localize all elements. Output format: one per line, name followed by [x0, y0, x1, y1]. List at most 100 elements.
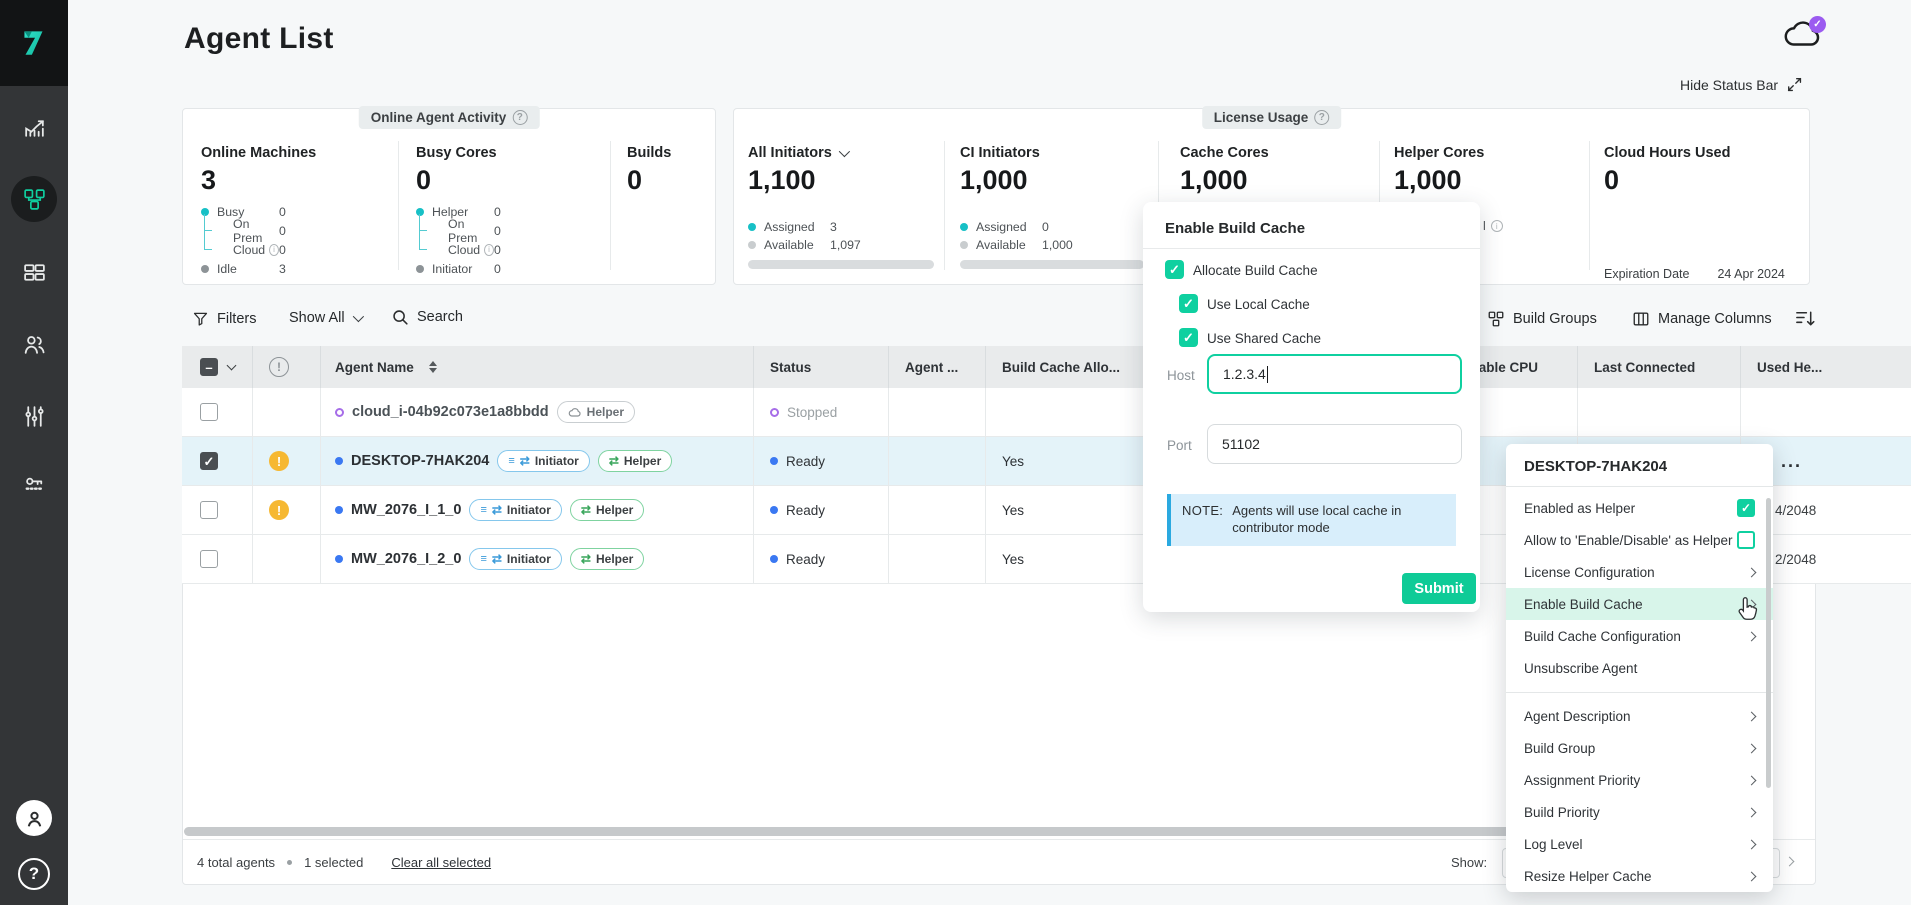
header-agent-truncated: Agent ... — [888, 346, 985, 388]
divider — [1589, 141, 1590, 270]
license-info-icon: ? — [1314, 110, 1329, 125]
sidebar-item-agents[interactable] — [0, 176, 68, 222]
all-initiators-value: 1,100 — [748, 165, 934, 196]
show-all-dropdown[interactable]: Show All — [289, 310, 361, 326]
sidebar-item-settings[interactable] — [0, 404, 68, 429]
manage-columns-label: Manage Columns — [1658, 311, 1772, 327]
tree-line — [419, 214, 420, 250]
menu-item-log-level[interactable]: Log Level — [1506, 828, 1773, 860]
stopped-dot-icon — [335, 408, 344, 417]
sidebar-item-users[interactable] — [0, 332, 68, 357]
filters-label: Filters — [217, 311, 256, 327]
menu-item-allow-enable-disable[interactable]: Allow to 'Enable/Disable' as Helper — [1506, 524, 1773, 556]
ci-initiators-label: CI Initiators — [960, 145, 1144, 161]
tree-line — [204, 214, 205, 250]
menu-item-build-priority[interactable]: Build Priority — [1506, 796, 1773, 828]
used-helper-value: 2/2048 — [1775, 552, 1816, 567]
activity-tag-label: Online Agent Activity — [371, 110, 507, 125]
filters-button[interactable]: Filters — [192, 310, 256, 327]
search-button[interactable]: Search — [391, 308, 463, 326]
row-checkbox-checked[interactable]: ✓ — [200, 452, 218, 470]
header-status: Status — [753, 346, 888, 388]
builds-column: Builds 0 — [627, 145, 707, 196]
helper-pill: Helper — [557, 401, 635, 423]
ready-dot-icon — [335, 506, 343, 514]
select-menu-chevron-icon[interactable] — [227, 361, 237, 371]
host-label: Host — [1167, 368, 1195, 383]
sidebar-item-analytics[interactable] — [0, 114, 68, 139]
divider — [1143, 248, 1480, 249]
sidebar: ? — [0, 0, 68, 905]
port-input[interactable]: 51102 — [1207, 424, 1462, 464]
chevron-right-icon — [1747, 631, 1757, 641]
menu-item-enable-build-cache[interactable]: Enable Build Cache — [1506, 588, 1773, 620]
pagination-next-button[interactable] — [1786, 852, 1793, 870]
build-groups-button[interactable]: Build Groups — [1487, 310, 1597, 328]
activity-card-tag: Online Agent Activity ? — [359, 106, 540, 129]
chevron-right-icon — [1747, 567, 1757, 577]
tree-line — [419, 230, 427, 231]
chevron-down-icon — [839, 146, 850, 157]
show-all-label: Show All — [289, 310, 345, 326]
use-local-cache-checkbox[interactable]: ✓ — [1179, 294, 1198, 313]
header-agent-name[interactable]: Agent Name — [320, 346, 753, 388]
helper-pill: ⇄Helper — [570, 548, 644, 570]
menu-scrollbar[interactable] — [1766, 498, 1771, 788]
agent-name: MW_2076_I_1_0 — [351, 502, 461, 518]
menu-item-resize-helper-cache[interactable]: Resize Helper Cache — [1506, 860, 1773, 892]
divider — [1506, 486, 1773, 487]
port-value: 51102 — [1222, 436, 1260, 452]
menu-item-unsubscribe-agent[interactable]: Unsubscribe Agent — [1506, 652, 1773, 684]
build-cache-value: Yes — [1002, 552, 1024, 567]
select-all-checkbox[interactable]: – — [200, 358, 218, 376]
builds-value: 0 — [627, 165, 707, 196]
header-last-connected: Last Connected — [1577, 346, 1740, 388]
agent-name: MW_2076_I_2_0 — [351, 551, 461, 567]
collapse-icon — [1786, 76, 1803, 93]
use-shared-cache-checkbox[interactable]: ✓ — [1179, 328, 1198, 347]
row-density-button[interactable] — [1794, 308, 1815, 329]
sidebar-item-profile[interactable] — [0, 800, 68, 836]
menu-item-build-cache-configuration[interactable]: Build Cache Configuration — [1506, 620, 1773, 652]
chevron-down-icon — [352, 311, 363, 322]
menu-item-license-configuration[interactable]: License Configuration — [1506, 556, 1773, 588]
separator-dot — [287, 860, 292, 865]
sidebar-item-license-keys[interactable] — [0, 472, 68, 497]
sidebar-item-help[interactable]: ? — [0, 858, 68, 890]
table-row[interactable]: cloud_i-04b92c073e1a8bbdd Helper Stopped — [182, 388, 1911, 437]
allocate-build-cache-checkbox[interactable]: ✓ — [1165, 260, 1184, 279]
status-label: Ready — [786, 552, 825, 567]
sidebar-item-builds[interactable] — [0, 260, 68, 285]
cloud-status-button[interactable]: ✓ — [1782, 18, 1826, 56]
all-initiators-column: All Initiators 1,100 Assigned3 Available… — [748, 145, 934, 269]
app-logo[interactable] — [0, 0, 68, 86]
checkbox-unchecked[interactable] — [1737, 531, 1755, 549]
online-machines-column: Online Machines 3 Busy0 On Prem0 Cloudi0… — [201, 145, 391, 278]
online-agent-activity-card: Online Agent Activity ? Online Machines … — [182, 108, 716, 285]
online-machines-label: Online Machines — [201, 145, 391, 161]
search-icon — [391, 308, 409, 326]
build-groups-icon — [1487, 310, 1505, 328]
submit-button[interactable]: Submit — [1402, 573, 1476, 604]
enable-build-cache-modal: Enable Build Cache ✓ Allocate Build Cach… — [1143, 202, 1480, 612]
ready-dot-icon — [770, 555, 778, 563]
ready-dot-icon — [770, 457, 778, 465]
status-label: Ready — [786, 503, 825, 518]
menu-item-enabled-as-helper[interactable]: Enabled as Helper✓ — [1506, 492, 1773, 524]
checkbox-checked[interactable]: ✓ — [1737, 499, 1755, 517]
license-tag-label: License Usage — [1214, 110, 1309, 125]
online-machines-value: 3 — [201, 165, 391, 196]
search-label: Search — [417, 309, 463, 325]
menu-item-build-group[interactable]: Build Group — [1506, 732, 1773, 764]
row-checkbox[interactable] — [200, 403, 218, 421]
menu-item-agent-description[interactable]: Agent Description — [1506, 700, 1773, 732]
row-checkbox[interactable] — [200, 550, 218, 568]
ready-dot-icon — [335, 457, 343, 465]
manage-columns-button[interactable]: Manage Columns — [1632, 310, 1772, 328]
menu-item-assignment-priority[interactable]: Assignment Priority — [1506, 764, 1773, 796]
clear-all-selected-link[interactable]: Clear all selected — [391, 855, 491, 870]
row-checkbox[interactable] — [200, 501, 218, 519]
host-input[interactable]: 1.2.3.4 — [1207, 354, 1462, 394]
hide-status-bar-button[interactable]: Hide Status Bar — [1680, 76, 1803, 93]
all-initiators-dropdown[interactable]: All Initiators — [748, 145, 934, 161]
